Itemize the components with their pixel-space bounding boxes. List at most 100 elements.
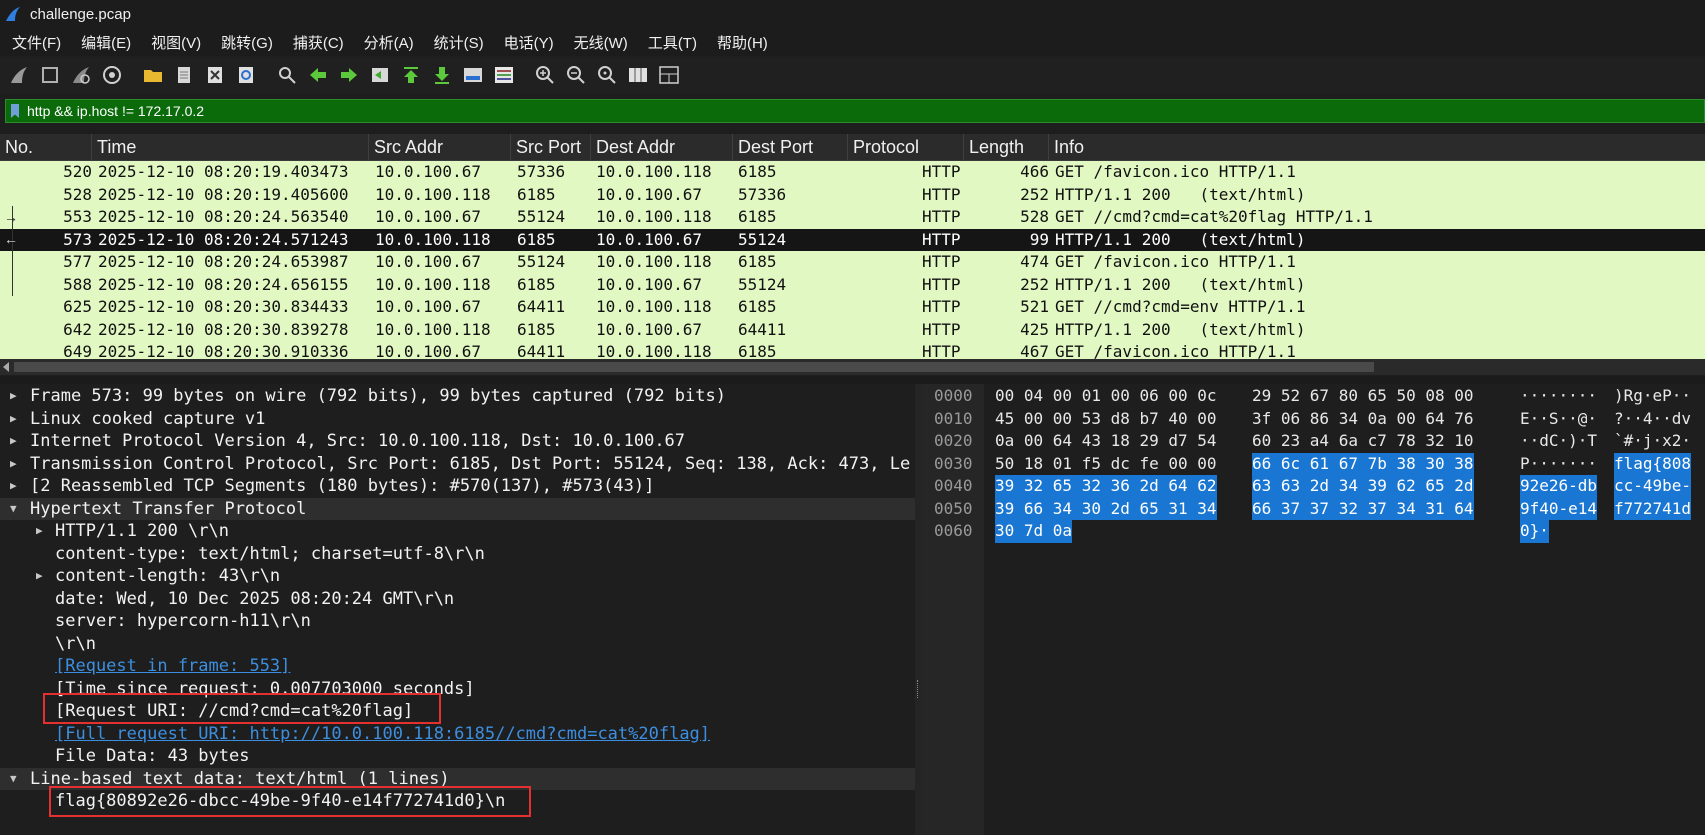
packet-row[interactable]: 642 2025-12-10 08:20:30.839278 10.0.100.11… xyxy=(0,318,1705,341)
normal-size-icon[interactable] xyxy=(595,63,619,87)
detail-row[interactable]: server: hypercorn-h11\r\n xyxy=(0,610,915,633)
layout-icon[interactable] xyxy=(657,63,681,87)
packet-list-scrollbar[interactable] xyxy=(0,359,1705,375)
column-dest-addr[interactable]: Dest Addr xyxy=(591,134,733,160)
detail-row[interactable]: content-type: text/html; charset=utf-8\r… xyxy=(0,543,915,566)
packet-row[interactable]: 520 2025-12-10 08:20:19.403473 10.0.100.67… xyxy=(0,161,1705,184)
collapsed-arrow-icon[interactable]: ▶ xyxy=(10,408,17,431)
column-src-addr[interactable]: Src Addr xyxy=(369,134,511,160)
detail-row[interactable]: ▼ Hypertext Transfer Protocol xyxy=(0,497,915,521)
file-icon[interactable] xyxy=(172,63,196,87)
collapsed-arrow-icon[interactable]: ▶ xyxy=(10,475,17,498)
expanded-arrow-icon[interactable]: ▼ xyxy=(10,498,17,521)
column-dest-port[interactable]: Dest Port xyxy=(733,134,848,160)
menu-help[interactable]: 帮助(H) xyxy=(705,32,776,53)
capture-options-icon[interactable] xyxy=(100,63,124,87)
ascii-bytes-b[interactable]: flag{808 xyxy=(1614,452,1692,475)
scrollbar-thumb[interactable] xyxy=(14,362,1374,372)
packet-row[interactable]: 528 2025-12-10 08:20:19.405600 10.0.100.11… xyxy=(0,183,1705,206)
column-src-port[interactable]: Src Port xyxy=(511,134,591,160)
hex-bytes-a[interactable]: 45 00 00 53 d8 b7 40 00 xyxy=(995,408,1217,431)
go-to-packet-icon[interactable] xyxy=(368,63,392,87)
ascii-bytes-b[interactable]: `#·j·x2· xyxy=(1614,430,1691,453)
close-file-icon[interactable] xyxy=(203,63,227,87)
hex-bytes-a[interactable]: 00 04 00 01 00 06 00 0c xyxy=(995,385,1217,408)
detail-row[interactable]: ▶ HTTP/1.1 200 \r\n xyxy=(0,520,915,543)
menu-statistics[interactable]: 统计(S) xyxy=(422,32,492,53)
detail-row[interactable]: ▶ content-length: 43\r\n xyxy=(0,565,915,588)
display-filter-input[interactable]: http && ip.host != 172.17.0.2 xyxy=(5,99,1705,123)
hex-bytes-b[interactable]: 66 6c 61 67 7b 38 30 38 xyxy=(1252,452,1474,475)
zoom-out-icon[interactable] xyxy=(564,63,588,87)
menu-go[interactable]: 跳转(G) xyxy=(209,32,281,53)
packet-row[interactable]: 625 2025-12-10 08:20:30.834433 10.0.100.67… xyxy=(0,296,1705,319)
hex-bytes-a[interactable]: 39 66 34 30 2d 65 31 34 xyxy=(995,497,1217,520)
go-forward-icon[interactable] xyxy=(337,63,361,87)
detail-row[interactable]: ▶ Internet Protocol Version 4, Src: 10.0.… xyxy=(0,430,915,453)
ascii-bytes-b[interactable]: ?··4··dv xyxy=(1614,408,1691,431)
restart-icon[interactable] xyxy=(69,63,93,87)
stop-icon[interactable] xyxy=(38,63,62,87)
expanded-arrow-icon[interactable]: ▼ xyxy=(10,768,17,791)
zoom-in-icon[interactable] xyxy=(533,63,557,87)
colorize-icon[interactable] xyxy=(492,63,516,87)
ascii-bytes-a[interactable]: ········ xyxy=(1520,385,1597,408)
menu-view[interactable]: 视图(V) xyxy=(139,32,209,53)
ascii-bytes-a[interactable]: P······· xyxy=(1520,453,1597,476)
menu-analyze[interactable]: 分析(A) xyxy=(352,32,422,53)
collapsed-arrow-icon[interactable]: ▶ xyxy=(36,520,43,543)
ascii-bytes-a[interactable]: 92e26-db xyxy=(1520,475,1598,498)
ascii-bytes-a[interactable]: ··dC·)·T xyxy=(1520,430,1597,453)
detail-row[interactable]: date: Wed, 10 Dec 2025 08:20:24 GMT\r\n xyxy=(0,588,915,611)
ascii-bytes-b[interactable]: cc-49be- xyxy=(1614,475,1692,498)
menu-file[interactable]: 文件(F) xyxy=(0,32,69,53)
hex-bytes-a[interactable]: 30 7d 0a xyxy=(995,520,1073,543)
ascii-bytes-b[interactable]: )Rg·eP·· xyxy=(1614,385,1691,408)
column-time[interactable]: Time xyxy=(92,134,369,160)
first-packet-icon[interactable] xyxy=(399,63,423,87)
detail-row[interactable]: ▶ [2 Reassembled TCP Segments (180 bytes)… xyxy=(0,475,915,498)
pane-splitter[interactable] xyxy=(0,376,1705,384)
menu-telephony[interactable]: 电话(Y) xyxy=(492,32,562,53)
detail-row[interactable]: \r\n xyxy=(0,633,915,656)
detail-row[interactable]: File Data: 43 bytes xyxy=(0,745,915,768)
hex-bytes-b[interactable]: 63 63 2d 34 39 62 65 2d xyxy=(1252,475,1474,498)
column-length[interactable]: Length xyxy=(964,134,1049,160)
hex-bytes-b[interactable]: 3f 06 86 34 0a 00 64 76 xyxy=(1252,408,1474,431)
splitter-grip-icon[interactable] xyxy=(917,680,921,698)
detail-row[interactable]: ▶ Frame 573: 99 bytes on wire (792 bits),… xyxy=(0,385,915,408)
ascii-bytes-a[interactable]: 0}· xyxy=(1520,520,1549,543)
reload-icon[interactable] xyxy=(234,63,258,87)
detail-row[interactable]: ▶ Transmission Control Protocol, Src Port… xyxy=(0,453,915,476)
hex-bytes-b[interactable]: 29 52 67 80 65 50 08 00 xyxy=(1252,385,1474,408)
bookmark-icon[interactable] xyxy=(11,104,19,118)
column-protocol[interactable]: Protocol xyxy=(848,134,964,160)
ascii-bytes-b[interactable]: f772741d xyxy=(1614,497,1692,520)
column-no[interactable]: No. xyxy=(0,134,92,160)
auto-scroll-icon[interactable] xyxy=(461,63,485,87)
ascii-bytes-a[interactable]: 9f40-e14 xyxy=(1520,497,1598,520)
find-icon[interactable] xyxy=(275,63,299,87)
packet-row[interactable]: 573 2025-12-10 08:20:24.571243 10.0.100.11… xyxy=(0,228,1705,251)
scroll-left-icon[interactable] xyxy=(3,362,9,372)
hex-bytes-a[interactable]: 0a 00 64 43 18 29 d7 54 xyxy=(995,430,1217,453)
last-packet-icon[interactable] xyxy=(430,63,454,87)
column-info[interactable]: Info xyxy=(1049,134,1705,160)
hex-bytes-a[interactable]: 50 18 01 f5 dc fe 00 00 xyxy=(995,453,1217,476)
detail-link[interactable]: [Full request URI: http://10.0.100.118:6… xyxy=(55,723,710,746)
hex-bytes-a[interactable]: 39 32 65 32 36 2d 64 62 xyxy=(995,475,1217,498)
collapsed-arrow-icon[interactable]: ▶ xyxy=(10,453,17,476)
packet-row[interactable]: 577 2025-12-10 08:20:24.653987 10.0.100.67… xyxy=(0,251,1705,274)
detail-row[interactable]: ▶ Linux cooked capture v1 xyxy=(0,408,915,431)
detail-link[interactable]: [Request in frame: 553] xyxy=(55,655,290,678)
hex-bytes-b[interactable]: 66 37 37 32 37 34 31 64 xyxy=(1252,497,1474,520)
packet-row[interactable]: 649 2025-12-10 08:20:30.910336 10.0.100.67… xyxy=(0,341,1705,359)
vertical-splitter[interactable] xyxy=(915,384,922,835)
menu-capture[interactable]: 捕获(C) xyxy=(281,32,352,53)
collapsed-arrow-icon[interactable]: ▶ xyxy=(10,430,17,453)
menu-tools[interactable]: 工具(T) xyxy=(636,32,705,53)
menu-wireless[interactable]: 无线(W) xyxy=(562,32,636,53)
hex-bytes-b[interactable]: 60 23 a4 6a c7 78 32 10 xyxy=(1252,430,1474,453)
packet-row[interactable]: 588 2025-12-10 08:20:24.656155 10.0.100.11… xyxy=(0,273,1705,296)
go-back-icon[interactable] xyxy=(306,63,330,87)
